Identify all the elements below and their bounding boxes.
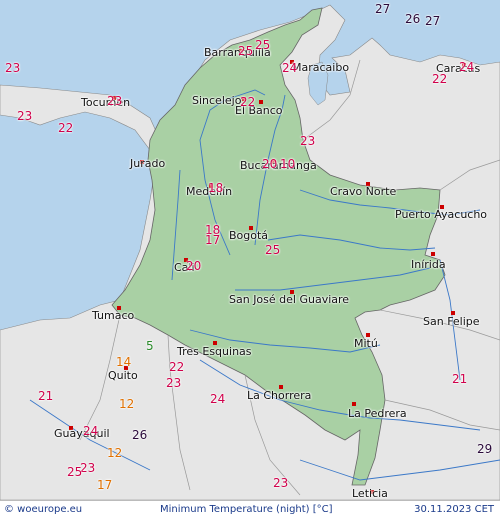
- temperature-value: 23: [5, 61, 21, 75]
- temperature-value: 12: [107, 446, 123, 460]
- temperature-value: 10: [280, 157, 296, 171]
- city-marker: [431, 252, 435, 256]
- temperature-value: 14: [116, 355, 132, 369]
- temperature-value: 17: [97, 478, 113, 492]
- map-date: 30.11.2023 CET: [414, 504, 494, 515]
- temperature-value: 29: [477, 442, 493, 456]
- city-label-la-chorrera: La Chorrera: [247, 389, 312, 402]
- city-label-tocumen: Tocumen: [81, 96, 131, 109]
- city-label-bucaramanga: Bucaramanga: [240, 159, 317, 172]
- temperature-value: 23: [107, 94, 123, 108]
- city-label-la-pedrera: La Pedrera: [348, 407, 407, 420]
- city-label-mitu: Mitú: [354, 337, 378, 350]
- temperature-value: 22: [240, 95, 256, 109]
- city-label-leticia: Leticia: [352, 487, 388, 500]
- temperature-value: 22: [58, 121, 74, 135]
- temperature-value: 25: [265, 243, 281, 257]
- city-label-tres-esquinas: Tres Esquinas: [177, 345, 252, 358]
- temperature-value: 21: [38, 389, 54, 403]
- temperature-value: 17: [205, 233, 221, 247]
- city-label-san-felipe: San Felipe: [423, 315, 480, 328]
- city-marker: [352, 402, 356, 406]
- city-label-puerto-ayacucho: Puerto Ayacucho: [395, 208, 488, 221]
- temperature-value: 23: [300, 134, 316, 148]
- city-label-guayaquil: Guayaquil: [54, 427, 110, 440]
- temperature-value: 27: [375, 2, 391, 16]
- temperature-value: 22: [432, 72, 448, 86]
- map-footer: © woeurope.eu Minimum Temperature (night…: [0, 500, 500, 518]
- temperature-value: 18: [208, 181, 224, 195]
- temperature-value: 21: [452, 372, 468, 386]
- temperature-value: 24: [210, 392, 226, 406]
- temperature-value: 5: [146, 339, 154, 353]
- temperature-value: 24: [459, 60, 475, 74]
- temperature-value: 20: [186, 259, 202, 273]
- temperature-value: 23: [166, 376, 182, 390]
- map-base: [0, 0, 500, 500]
- city-label-jurado: Jurado: [130, 157, 166, 170]
- city-label-inirida: Inírida: [411, 258, 446, 271]
- city-label-quito: Quito: [108, 369, 138, 382]
- temperature-value: 24: [83, 424, 99, 438]
- temperature-value: 25: [67, 465, 83, 479]
- temperature-value: 22: [169, 360, 185, 374]
- temperature-value: 12: [119, 397, 135, 411]
- city-label-tumaco: Tumaco: [92, 309, 135, 322]
- city-label-san-jose-del-guaviare: San José del Guaviare: [229, 293, 350, 306]
- temperature-value: 25: [238, 44, 254, 58]
- city-label-cravo-norte: Cravo Norte: [330, 185, 397, 198]
- city-label-maracaibo: Maracaibo: [292, 61, 350, 74]
- temperature-value: 20: [262, 157, 278, 171]
- temperature-value: 26: [405, 12, 421, 26]
- temperature-value: 26: [132, 428, 148, 442]
- temperature-value: 23: [80, 461, 96, 475]
- temperature-value: 24: [282, 61, 298, 75]
- city-label-bogota: Bogotá: [229, 229, 269, 242]
- weather-map: Barranquilla Maracaibo Tocumen Sincelejo…: [0, 0, 500, 500]
- temperature-value: 23: [273, 476, 289, 490]
- temperature-value: 25: [255, 38, 271, 52]
- temperature-value: 27: [425, 14, 441, 28]
- map-title: Minimum Temperature (night) [°C]: [160, 504, 333, 515]
- temperature-value: 23: [17, 109, 33, 123]
- brand-label[interactable]: © woeurope.eu: [4, 504, 82, 515]
